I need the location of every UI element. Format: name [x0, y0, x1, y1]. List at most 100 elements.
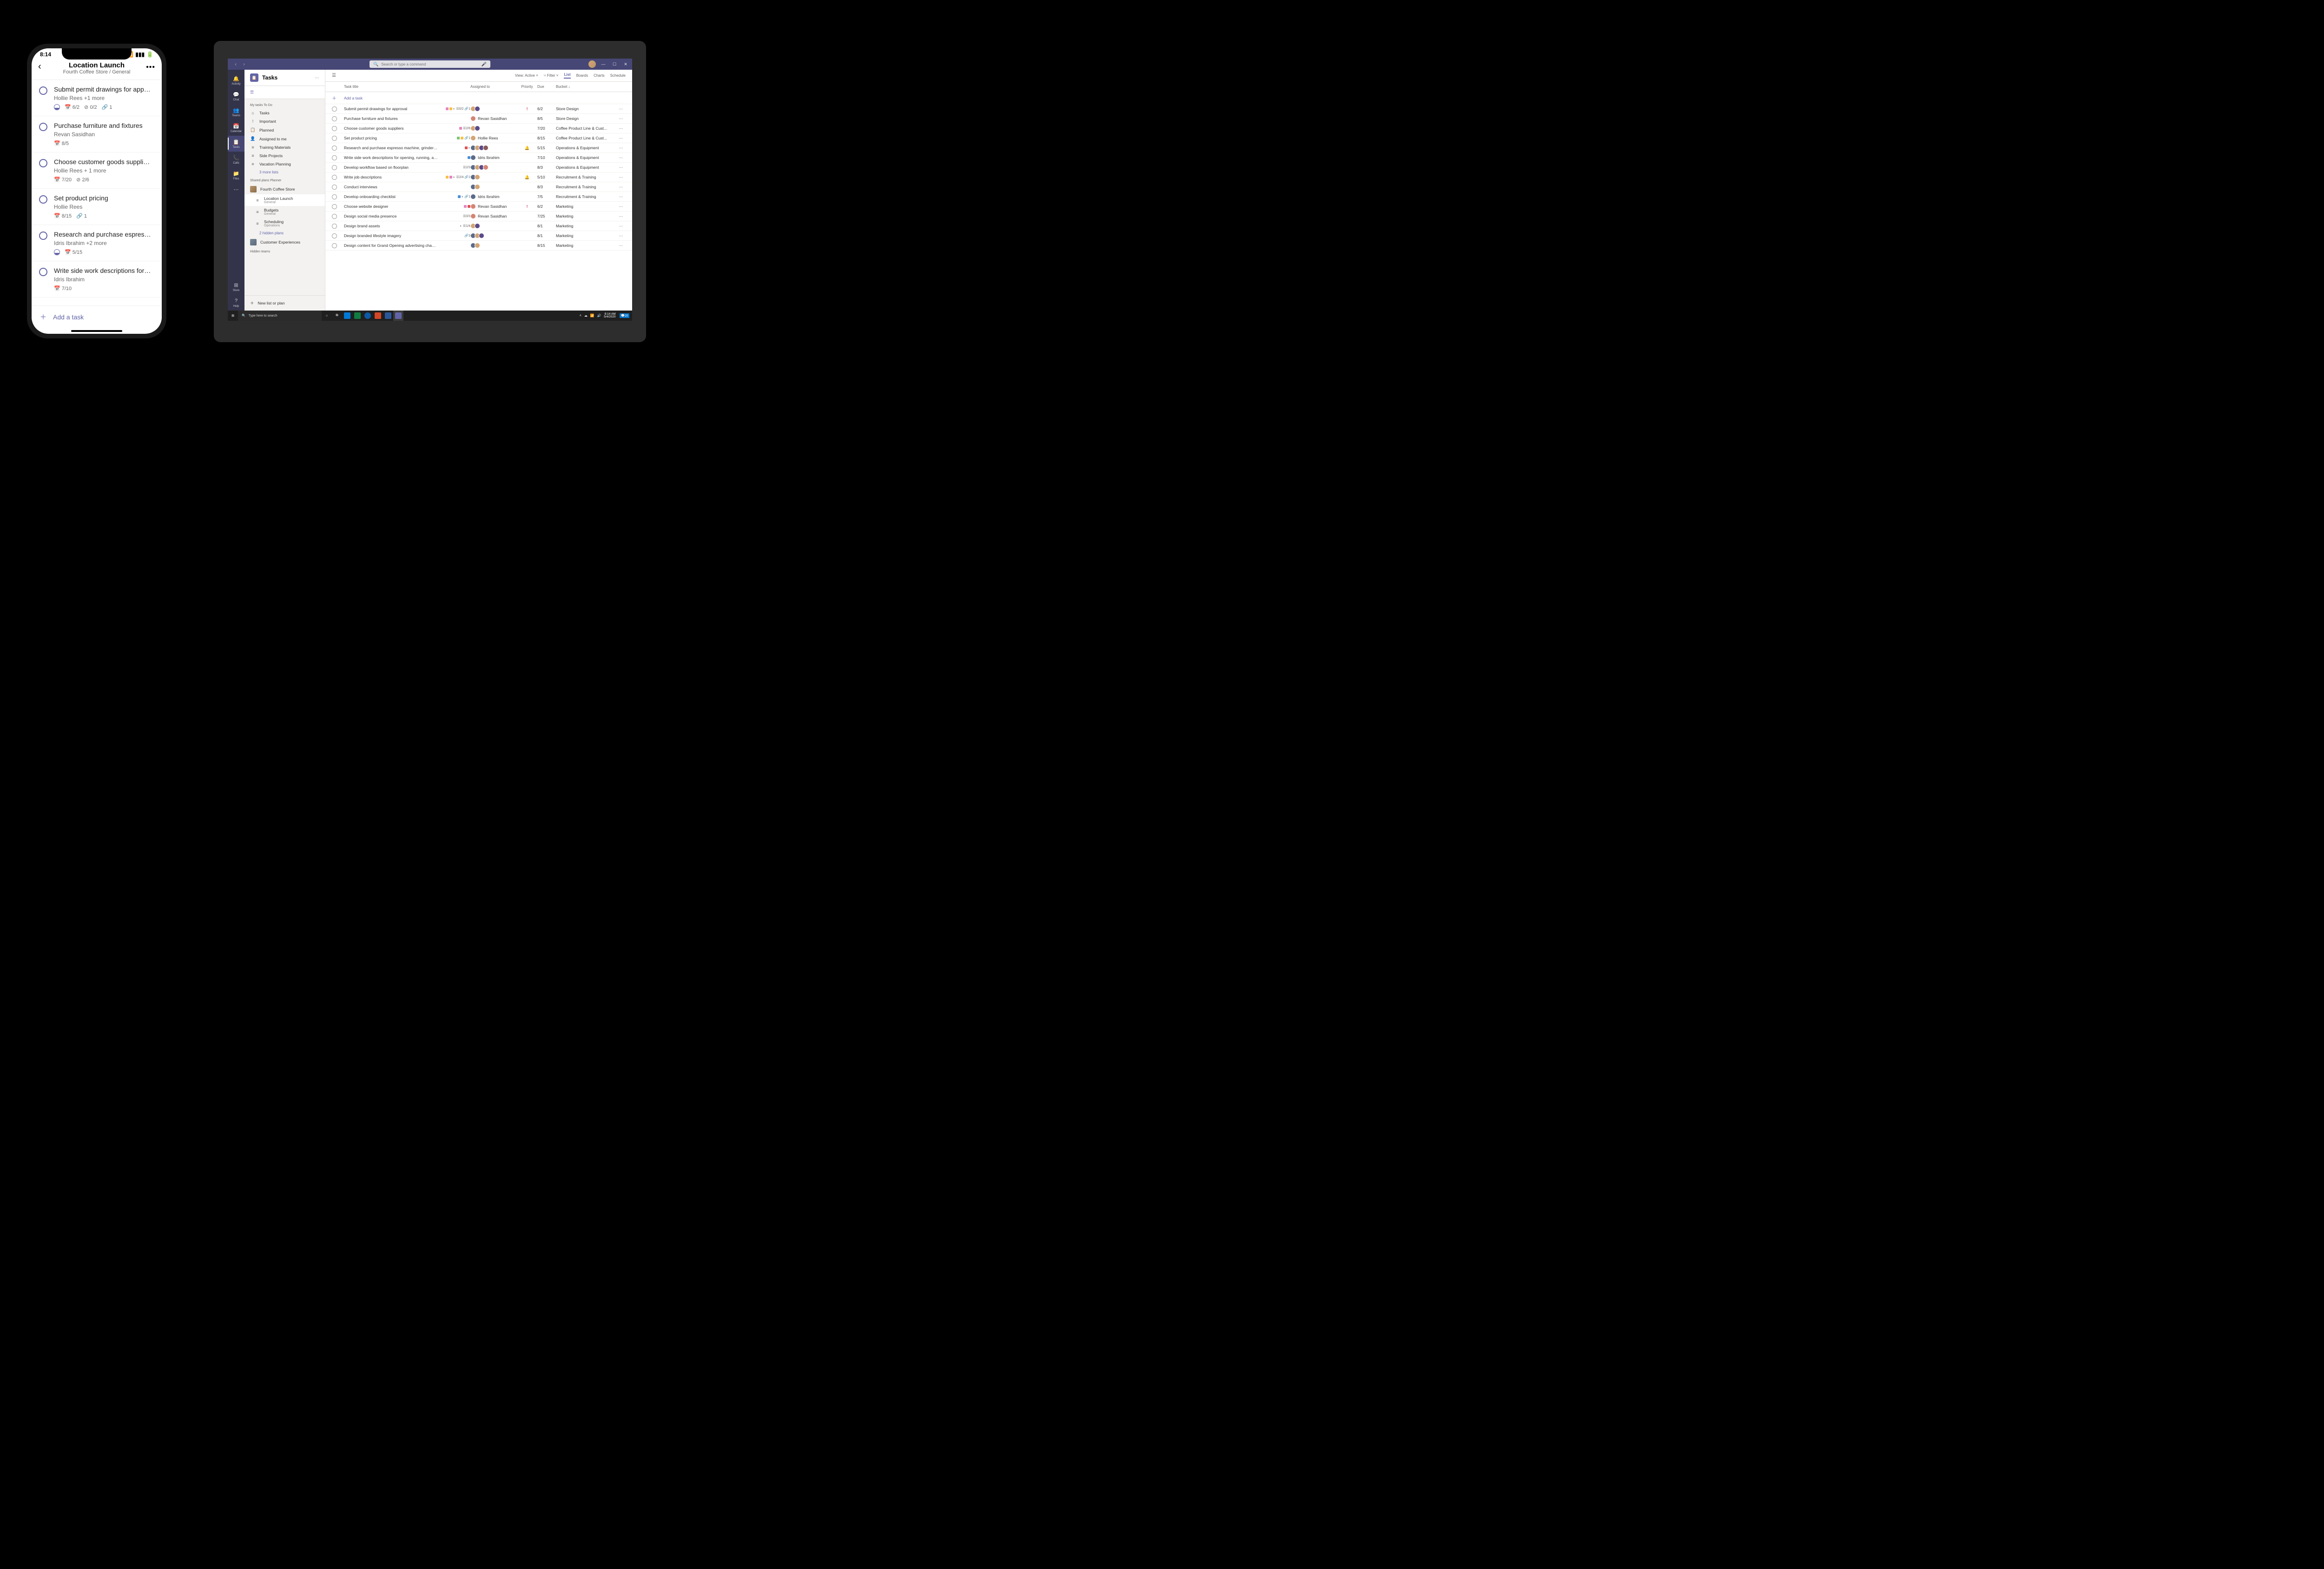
row-more[interactable]: ⋯: [616, 224, 626, 229]
col-assigned[interactable]: Assigned to: [470, 85, 517, 89]
task-checkbox[interactable]: [39, 123, 47, 131]
row-more[interactable]: ⋯: [616, 175, 626, 180]
rail-activity[interactable]: 🔔Activity: [228, 73, 244, 88]
view-dropdown[interactable]: View: Active ˅: [515, 73, 538, 78]
minimize-button[interactable]: —: [600, 62, 607, 66]
teams-app[interactable]: [393, 311, 403, 321]
edge-app[interactable]: [363, 311, 373, 321]
task-checkbox[interactable]: [332, 224, 337, 229]
plan-item[interactable]: ≡Location LaunchGeneral: [244, 194, 325, 206]
list-item[interactable]: 👤Assigned to me: [244, 134, 325, 143]
row-more[interactable]: ⋯: [616, 155, 626, 160]
task-checkbox[interactable]: [332, 155, 337, 160]
back-button[interactable]: ‹: [38, 61, 41, 72]
rail-tasks[interactable]: 📋Tasks: [228, 136, 244, 152]
user-avatar[interactable]: [588, 60, 596, 68]
task-checkbox[interactable]: [39, 232, 47, 240]
task-checkbox[interactable]: [39, 159, 47, 167]
row-more[interactable]: ⋯: [616, 126, 626, 131]
table-row[interactable]: Design content for Grand Opening adverti…: [325, 241, 632, 251]
rail-calls[interactable]: 📞Calls: [228, 152, 244, 167]
tray-chevron[interactable]: ˄: [580, 314, 581, 318]
rail-teams[interactable]: 👥Teams: [228, 104, 244, 120]
maximize-button[interactable]: ☐: [611, 62, 618, 67]
filter-dropdown[interactable]: ⑂ Filter ˅: [544, 73, 559, 78]
row-more[interactable]: ⋯: [616, 136, 626, 141]
table-row[interactable]: Choose customer goods suppliers☰2/67/20C…: [325, 124, 632, 133]
hidden-plans-link[interactable]: 2 hidden plans: [244, 229, 325, 237]
task-item[interactable]: Choose customer goods suppliersHollie Re…: [32, 152, 162, 189]
row-more[interactable]: ⋯: [616, 233, 626, 238]
task-item[interactable]: Submit permit drawings for approvalHolli…: [32, 80, 162, 116]
row-more[interactable]: ⋯: [616, 146, 626, 151]
more-lists-link[interactable]: 3 more lists: [244, 168, 325, 176]
start-button[interactable]: ⊞: [228, 314, 238, 318]
task-item[interactable]: Purchase furniture and fixturesRevan Sas…: [32, 116, 162, 152]
tab-schedule[interactable]: Schedule: [610, 73, 626, 78]
row-more[interactable]: ⋯: [616, 165, 626, 170]
rail-more[interactable]: ⋯: [228, 183, 244, 195]
list-item[interactable]: ≡Training Materials: [244, 143, 325, 152]
task-checkbox[interactable]: [332, 106, 337, 112]
new-list-button[interactable]: ＋ New list or plan: [244, 295, 325, 311]
table-row[interactable]: Design brand assets◐☰1/48/1Marketing⋯: [325, 221, 632, 231]
team-item[interactable]: Customer Experiences: [244, 237, 325, 247]
hamburger-icon[interactable]: ☰: [250, 90, 254, 94]
plan-item[interactable]: ≡SchedulingOperations: [244, 218, 325, 229]
row-more[interactable]: ⋯: [616, 204, 626, 209]
nav-back[interactable]: ‹: [231, 62, 240, 67]
task-checkbox[interactable]: [332, 165, 337, 170]
excel-app[interactable]: [352, 311, 363, 321]
row-more[interactable]: ⋯: [616, 116, 626, 121]
taskbar-search[interactable]: 🔍 Type here to search: [238, 311, 322, 321]
home-indicator[interactable]: [71, 330, 122, 332]
table-row[interactable]: Purchase furniture and fixturesRevan Sas…: [325, 114, 632, 124]
task-checkbox[interactable]: [332, 194, 337, 199]
taskbar-clock[interactable]: 8:14 AM 5/4/2020: [604, 313, 616, 319]
add-task-row[interactable]: ＋ Add a task: [325, 92, 632, 104]
task-item[interactable]: Research and purchase espresso...Idris I…: [32, 225, 162, 261]
cortana-button[interactable]: ○: [322, 311, 332, 321]
task-checkbox[interactable]: [332, 126, 337, 131]
tray-volume-icon[interactable]: 🔊: [597, 314, 601, 318]
content-hamburger[interactable]: ☰: [332, 73, 336, 78]
task-item[interactable]: Write side work descriptions for op...Id…: [32, 261, 162, 298]
table-row[interactable]: Develop onboarding checklist◐🔗1Idris Ibr…: [325, 192, 632, 202]
nav-forward[interactable]: ›: [240, 62, 248, 67]
search-input[interactable]: [381, 62, 479, 66]
task-checkbox[interactable]: [332, 233, 337, 238]
col-title[interactable]: Task title: [344, 85, 438, 89]
list-item[interactable]: ≡Vacation Planning: [244, 160, 325, 168]
task-checkbox[interactable]: [332, 214, 337, 219]
notifications-button[interactable]: 💬20: [620, 313, 629, 318]
list-item[interactable]: !Important: [244, 117, 325, 126]
taskview-button[interactable]: ⧉: [332, 311, 342, 321]
table-row[interactable]: Conduct interviews8/3Recruitment & Train…: [325, 182, 632, 192]
panel-more[interactable]: ⋯: [315, 75, 319, 80]
row-more[interactable]: ⋯: [616, 106, 626, 112]
list-item[interactable]: 📋Planned: [244, 126, 325, 134]
task-checkbox[interactable]: [39, 86, 47, 95]
table-row[interactable]: Design social media presence☰0/3Revan Sa…: [325, 212, 632, 221]
list-item[interactable]: ≡Side Projects: [244, 152, 325, 160]
table-row[interactable]: Write side work descriptions for opening…: [325, 153, 632, 163]
task-checkbox[interactable]: [332, 175, 337, 180]
row-more[interactable]: ⋯: [616, 214, 626, 219]
rail-store[interactable]: ⊞Store: [228, 279, 244, 295]
task-checkbox[interactable]: [332, 185, 337, 190]
rail-calendar[interactable]: 📅Calendar: [228, 120, 244, 136]
table-row[interactable]: Choose website designerRevan Sasidhan!6/…: [325, 202, 632, 212]
phone-task-list[interactable]: Submit permit drawings for approvalHolli…: [32, 80, 162, 319]
task-checkbox[interactable]: [332, 243, 337, 248]
row-more[interactable]: ⋯: [616, 194, 626, 199]
plan-item[interactable]: ≡BudgetsGeneral: [244, 206, 325, 218]
tray-network-icon[interactable]: 📶: [590, 314, 594, 318]
table-row[interactable]: Research and purchase espresso machine, …: [325, 143, 632, 153]
mic-icon[interactable]: 🎤: [482, 62, 487, 67]
task-checkbox[interactable]: [39, 195, 47, 204]
col-bucket[interactable]: Bucket ↓: [556, 85, 616, 89]
close-button[interactable]: ✕: [622, 62, 629, 67]
add-task-button[interactable]: ＋ Add a task: [32, 305, 162, 328]
list-item[interactable]: ⌂Tasks: [244, 109, 325, 117]
outlook-app[interactable]: [342, 311, 352, 321]
